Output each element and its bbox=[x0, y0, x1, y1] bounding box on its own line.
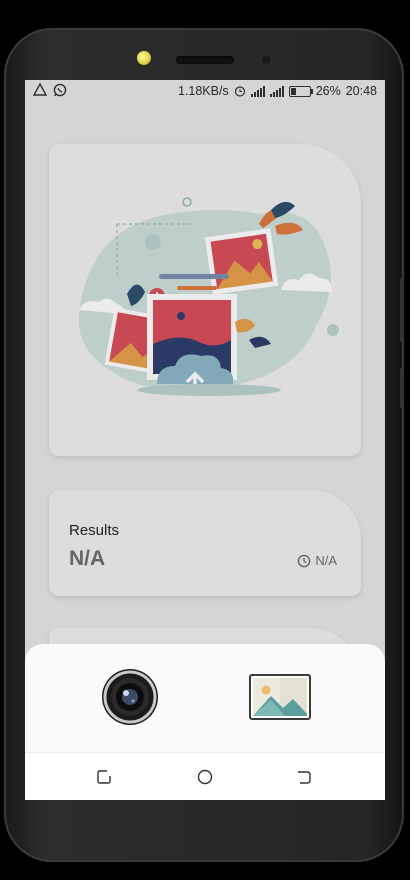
recents-icon[interactable] bbox=[95, 768, 113, 786]
results-card[interactable]: Results N/A N/A bbox=[49, 490, 361, 596]
whatsapp-icon bbox=[53, 83, 67, 97]
gallery-image-icon[interactable] bbox=[249, 674, 311, 720]
status-bar: 1.18KB/s 26% 20:48 bbox=[25, 80, 385, 102]
network-speed: 1.18KB/s bbox=[177, 84, 229, 98]
earpiece-speaker bbox=[176, 56, 234, 64]
system-nav-bar bbox=[25, 752, 385, 800]
signal-bars-icon bbox=[269, 85, 284, 97]
results-value: N/A bbox=[69, 547, 106, 570]
results-title: Results bbox=[69, 522, 120, 539]
hero-card bbox=[49, 144, 361, 456]
back-icon[interactable] bbox=[295, 768, 313, 786]
camera-lens-icon[interactable] bbox=[101, 668, 159, 726]
home-icon[interactable] bbox=[196, 768, 214, 786]
results-time-value: N/A bbox=[315, 553, 337, 568]
alert-triangle-icon bbox=[33, 83, 47, 96]
volume-button bbox=[400, 278, 404, 342]
image-source-sheet bbox=[25, 644, 385, 752]
clock-time: 20:48 bbox=[345, 84, 377, 98]
battery-icon bbox=[288, 85, 313, 97]
proximity-sensor bbox=[262, 55, 271, 64]
alarm-icon bbox=[234, 86, 245, 97]
battery-percent: 26% bbox=[315, 84, 341, 98]
photo-upload-illustration-icon bbox=[78, 197, 339, 396]
results-time: N/A bbox=[297, 553, 337, 568]
power-button bbox=[400, 368, 404, 408]
app-screen: 1.18KB/s 26% 20:48 Results N/A N/A bbox=[25, 80, 385, 800]
clock-icon bbox=[298, 554, 311, 567]
front-camera bbox=[137, 51, 151, 65]
signal-bars-icon bbox=[250, 85, 265, 97]
